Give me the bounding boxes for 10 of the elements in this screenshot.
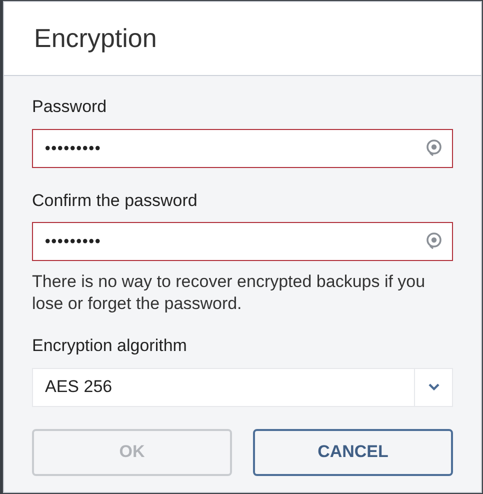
field-label: Confirm the password (32, 190, 198, 212)
field-label: Password (32, 96, 108, 118)
warning-text: There is no way to recover encrypted backups if you lose or forget the password. (32, 271, 426, 315)
password-field[interactable]: ••••••••• (32, 128, 453, 168)
algorithm-label: Encryption algorithm (32, 335, 188, 357)
algorithm-dropdown[interactable]: AES 256 (32, 368, 453, 406)
password-field[interactable]: ••••••••• (32, 222, 453, 261)
dialog-title: Encryption (34, 22, 157, 55)
cancel-button[interactable]: CANCEL (253, 428, 453, 476)
chevron-down-icon (428, 383, 440, 391)
